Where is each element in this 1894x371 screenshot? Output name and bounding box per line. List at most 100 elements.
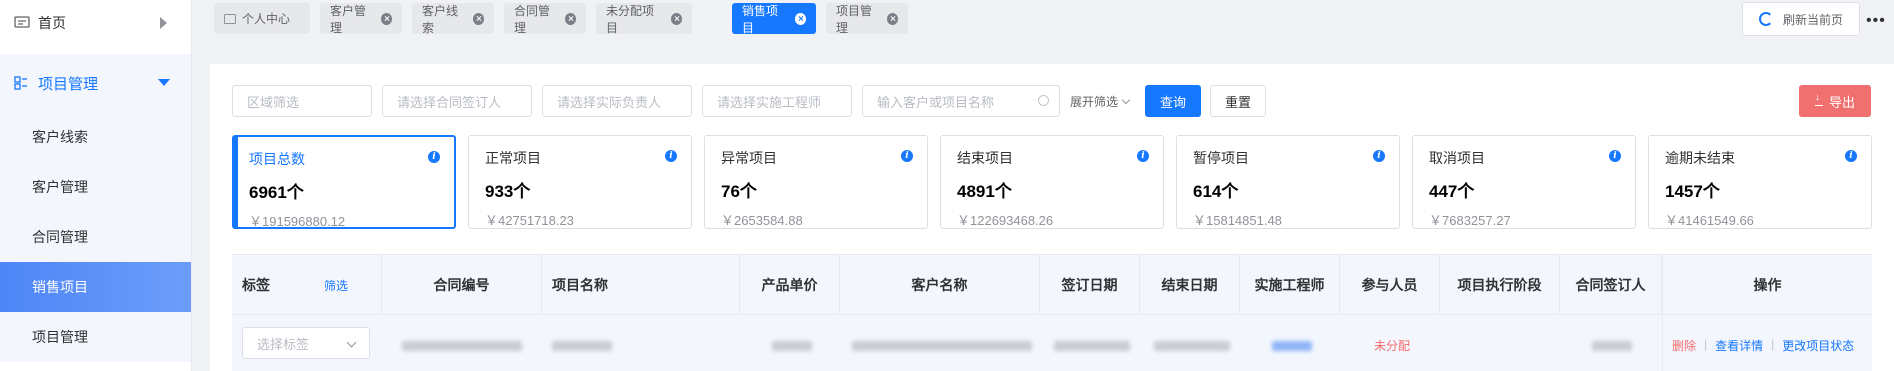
reset-button[interactable]: 重置 <box>1210 85 1266 117</box>
redacted-sign-date <box>1054 341 1130 351</box>
tab-contracts[interactable]: 合同管理 <box>504 3 586 35</box>
stat-amount: ￥41461549.66 <box>1665 213 1754 228</box>
owner-select[interactable]: 请选择实际负责人 <box>542 85 692 117</box>
sidebar-item-contracts[interactable]: 合同管理 <box>0 212 191 262</box>
message-icon <box>14 16 30 28</box>
stat-count: 933个 <box>485 182 531 201</box>
sidebar-item-sales-projects[interactable]: 销售项目 <box>0 262 191 312</box>
change-status-link[interactable]: 更改项目状态 <box>1782 337 1854 354</box>
column-header-actions: 操作 <box>1662 255 1872 315</box>
tab-label: 销售项目 <box>742 3 779 35</box>
info-icon[interactable]: i <box>1609 150 1621 162</box>
refresh-button[interactable]: 刷新当前页 <box>1742 2 1860 36</box>
redacted-contract-no <box>402 341 522 351</box>
sidebar-sub-list: 客户线索 客户管理 合同管理 销售项目 项目管理 <box>0 112 191 362</box>
info-icon[interactable]: i <box>901 150 913 162</box>
tag-select-placeholder: 选择标签 <box>257 336 310 352</box>
chevron-down-icon <box>1121 95 1131 105</box>
column-header-end-date: 结束日期 <box>1140 255 1240 315</box>
chevron-right-icon <box>160 17 167 29</box>
stat-card-finished[interactable]: 结束项目 4891个 ￥122693468.26 i <box>940 135 1164 229</box>
info-icon[interactable]: i <box>1137 150 1149 162</box>
column-header-engineer: 实施工程师 <box>1240 255 1340 315</box>
info-icon[interactable]: i <box>1845 150 1857 162</box>
info-icon[interactable]: i <box>1373 150 1385 162</box>
view-details-link[interactable]: 查看详情 <box>1715 337 1763 354</box>
sidebar-item-leads[interactable]: 客户线索 <box>0 112 191 162</box>
tab-unassigned[interactable]: 未分配项目 <box>596 3 692 35</box>
caret-down-icon <box>158 79 170 86</box>
region-filter[interactable]: 区域筛选 <box>232 85 372 117</box>
info-icon[interactable]: i <box>665 150 677 162</box>
column-header-tag: 标签 筛选 <box>232 255 382 315</box>
stat-count: 76个 <box>721 182 757 201</box>
close-icon[interactable] <box>565 12 576 25</box>
tab-label: 客户管理 <box>330 3 367 35</box>
column-header-customer-name: 客户名称 <box>840 255 1040 315</box>
chevron-down-icon <box>346 337 357 348</box>
stat-title: 项目总数 <box>249 151 305 167</box>
sidebar-group-label: 项目管理 <box>38 75 99 93</box>
stat-amount: ￥42751718.23 <box>485 213 574 228</box>
sidebar-item-customers[interactable]: 客户管理 <box>0 162 191 212</box>
tab-sales-projects[interactable]: 销售项目 <box>732 3 816 35</box>
download-icon <box>1814 92 1823 106</box>
engineer-select[interactable]: 请选择实施工程师 <box>702 85 852 117</box>
close-icon[interactable] <box>381 12 392 25</box>
query-button[interactable]: 查询 <box>1145 85 1201 117</box>
close-icon[interactable] <box>473 12 484 25</box>
close-icon[interactable] <box>670 12 682 25</box>
column-header-signer: 合同签订人 <box>1560 255 1662 315</box>
sidebar-item-project-management[interactable]: 项目管理 <box>0 312 191 362</box>
tag-select[interactable]: 选择标签 <box>242 327 370 359</box>
tab-leads[interactable]: 客户线索 <box>412 3 494 35</box>
sidebar-item-home[interactable]: 首页 <box>0 0 191 46</box>
tag-filter-link[interactable]: 筛选 <box>324 277 348 294</box>
column-header-unit-price: 产品单价 <box>740 255 840 315</box>
stat-count: 447个 <box>1429 182 1475 201</box>
tab-label: 客户线索 <box>422 3 459 35</box>
stat-amount: ￥191596880.12 <box>249 214 346 229</box>
separator: | <box>1771 337 1775 351</box>
column-header-contract-no: 合同编号 <box>382 255 542 315</box>
row-actions: 删除 | 查看详情 | 更改项目状态 <box>1672 337 1854 354</box>
redacted-engineer <box>1272 341 1312 351</box>
stat-title: 正常项目 <box>485 150 541 166</box>
stat-amount: ￥2653584.88 <box>721 213 803 228</box>
stat-card-overdue[interactable]: 逾期未结束 1457个 ￥41461549.66 i <box>1648 135 1872 229</box>
more-icon[interactable]: ••• <box>1866 12 1886 30</box>
stat-card-paused[interactable]: 暂停项目 614个 ￥15814851.48 i <box>1176 135 1400 229</box>
export-button[interactable]: 导出 <box>1799 85 1871 117</box>
expand-filters-toggle[interactable]: 展开筛选 <box>1070 93 1131 110</box>
column-header-participants: 参与人员 <box>1340 255 1440 315</box>
close-icon[interactable] <box>794 12 806 25</box>
stat-count: 1457个 <box>1665 182 1720 201</box>
stat-count: 614个 <box>1193 182 1239 201</box>
expand-label: 展开筛选 <box>1070 95 1119 109</box>
refresh-label: 刷新当前页 <box>1782 12 1843 27</box>
sidebar-home-label: 首页 <box>38 15 66 31</box>
sidebar-group-project[interactable]: 项目管理 <box>0 54 191 112</box>
stat-amount: ￥122693468.26 <box>957 213 1054 228</box>
stat-amount: ￥15814851.48 <box>1193 213 1282 228</box>
tab-customers[interactable]: 客户管理 <box>320 3 402 35</box>
redacted-unit-price <box>772 341 812 351</box>
delete-link[interactable]: 删除 <box>1672 337 1696 354</box>
stat-card-cancelled[interactable]: 取消项目 447个 ￥7683257.27 i <box>1412 135 1636 229</box>
stat-card-total[interactable]: 项目总数 6961个 ￥191596880.12 i <box>232 135 456 229</box>
stat-title: 取消项目 <box>1429 150 1485 166</box>
info-icon[interactable]: i <box>428 151 440 163</box>
search-input[interactable]: 输入客户或项目名称 <box>862 85 1060 117</box>
stat-amount: ￥7683257.27 <box>1429 213 1511 228</box>
table-header: 标签 筛选 合同编号 项目名称 产品单价 客户名称 签订日期 结束日期 实施工程… <box>232 254 1872 315</box>
tab-label: 合同管理 <box>514 3 551 35</box>
stat-card-abnormal[interactable]: 异常项目 76个 ￥2653584.88 i <box>704 135 928 229</box>
tab-bar: 个人中心 客户管理 客户线索 合同管理 未分配项目 销售项目 项目管理 <box>192 0 1894 38</box>
sidebar: 首页 项目管理 客户线索 客户管理 合同管理 销售项目 项目管理 <box>0 0 192 371</box>
signer-select[interactable]: 请选择合同签订人 <box>382 85 532 117</box>
close-icon[interactable] <box>887 12 898 25</box>
tab-project-management[interactable]: 项目管理 <box>826 3 908 35</box>
tab-personal-center[interactable]: 个人中心 <box>214 3 310 34</box>
project-icon <box>14 76 27 90</box>
stat-card-normal[interactable]: 正常项目 933个 ￥42751718.23 i <box>468 135 692 229</box>
